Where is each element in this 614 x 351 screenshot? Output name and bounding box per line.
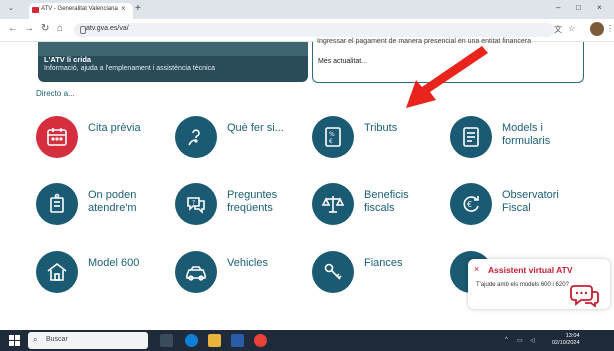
tile-label-model-600[interactable]: Model 600: [88, 257, 139, 270]
task-view-icon[interactable]: [160, 334, 173, 347]
word-icon[interactable]: [231, 334, 244, 347]
svg-text:€: €: [467, 200, 472, 209]
url-text[interactable]: atv.gva.es/va/: [86, 25, 129, 32]
office-icon: [36, 183, 78, 225]
browser-tab-strip: ⌄ ATV - Generalitat Valenciana × + – □ ×: [0, 0, 614, 19]
tile-label-preguntes-frequents[interactable]: Preguntes freqüents: [227, 189, 299, 215]
new-tab-button[interactable]: +: [135, 3, 141, 14]
car-icon: [175, 251, 217, 293]
address-bar[interactable]: atv.gva.es/va/: [74, 23, 554, 37]
clock-date: 02/10/2024: [552, 340, 580, 346]
search-icon: ⌕: [33, 335, 38, 344]
tile-model-600[interactable]: [36, 251, 78, 293]
tile-cita-previa[interactable]: [36, 116, 78, 158]
tile-que-fer-si[interactable]: [175, 116, 217, 158]
back-arrow-icon[interactable]: ←: [8, 23, 18, 34]
edge-icon[interactable]: [185, 334, 198, 347]
browser-tab[interactable]: ATV - Generalitat Valenciana ×: [29, 3, 133, 19]
taskbar-search-box[interactable]: ⌕ Buscar: [28, 332, 148, 349]
bookmark-star-icon[interactable]: ☆: [568, 24, 575, 33]
svg-text:€: €: [329, 138, 333, 145]
site-favicon-icon: [32, 7, 39, 13]
red-arrow-annotation: [406, 46, 488, 108]
close-assistant-icon[interactable]: ×: [474, 264, 479, 274]
maximize-button[interactable]: □: [576, 3, 581, 12]
forms-icon: [450, 116, 492, 158]
tile-on-poden-atendre[interactable]: [36, 183, 78, 225]
tile-models-formularis[interactable]: [450, 116, 492, 158]
tray-chevron-icon[interactable]: ^: [505, 337, 508, 343]
section-title: Directo a...: [36, 89, 75, 98]
calendar-icon: [36, 116, 78, 158]
atv-calls-banner[interactable]: L'ATV li crida Informació, ajuda a l'emp…: [38, 42, 308, 82]
tile-label-models-formularis[interactable]: Models i formularis: [502, 122, 562, 148]
chrome-icon[interactable]: [254, 334, 267, 347]
profile-avatar[interactable]: [590, 22, 604, 36]
euro-refresh-icon: €: [450, 183, 492, 225]
tile-tributs[interactable]: % €: [312, 116, 354, 158]
assistant-title: Assistent virtual ATV: [488, 265, 573, 275]
forward-arrow-icon[interactable]: →: [24, 23, 34, 34]
network-icon[interactable]: ▭: [517, 337, 523, 344]
assistant-message: T'ajude amb els models 600 i 620?: [476, 282, 569, 288]
tile-label-observatori-fiscal[interactable]: Observatori Fiscal: [502, 189, 572, 215]
house-icon: [36, 251, 78, 293]
banner-subtitle: Informació, ajuda a l'emplenament i assi…: [44, 65, 215, 72]
tile-label-on-poden-atendre[interactable]: On poden atendre'm: [88, 189, 158, 215]
tile-label-fiances[interactable]: Fiances: [364, 257, 403, 270]
file-explorer-icon[interactable]: [208, 334, 221, 347]
tile-vehicles[interactable]: [175, 251, 217, 293]
clock-time: 13:04: [565, 333, 580, 339]
tab-close-icon[interactable]: ×: [121, 4, 126, 13]
tile-preguntes-frequents[interactable]: ?: [175, 183, 217, 225]
tile-beneficis-fiscals[interactable]: [312, 183, 354, 225]
tab-search-icon[interactable]: ⌄: [8, 4, 14, 12]
tile-observatori-fiscal[interactable]: €: [450, 183, 492, 225]
translate-icon[interactable]: 文: [554, 24, 562, 35]
tax-document-icon: % €: [312, 116, 354, 158]
svg-text:%: %: [329, 131, 335, 138]
tile-label-beneficis-fiscals[interactable]: Beneficis fiscals: [364, 189, 424, 215]
tile-label-cita-previa[interactable]: Cita prèvia: [88, 122, 141, 135]
windows-start-icon[interactable]: [9, 335, 20, 346]
search-placeholder: Buscar: [46, 336, 68, 343]
tile-label-vehicles[interactable]: Vehicles: [227, 257, 268, 270]
question-hand-icon: [175, 116, 217, 158]
svg-text:?: ?: [192, 200, 195, 207]
banner-title: L'ATV li crida: [44, 55, 92, 64]
home-icon[interactable]: ⌂: [57, 23, 63, 34]
menu-dots-icon[interactable]: ⋮: [606, 24, 614, 33]
faq-chat-icon: ?: [175, 183, 217, 225]
more-news-link[interactable]: Més actualitat...: [318, 58, 367, 65]
tile-label-tributs[interactable]: Tributs: [364, 122, 397, 135]
chat-bubble-icon[interactable]: [570, 283, 600, 309]
reload-icon[interactable]: ↻: [41, 23, 49, 34]
windows-taskbar: ⌕ Buscar ^ ▭ ◁ 13:04 02/10/2024: [0, 330, 614, 351]
taskbar-clock[interactable]: 13:04 02/10/2024: [552, 333, 580, 347]
banner-image: [38, 42, 308, 56]
close-window-button[interactable]: ×: [597, 3, 602, 12]
keys-icon: [312, 251, 354, 293]
tab-title: ATV - Generalitat Valenciana: [41, 6, 118, 12]
scales-icon: [312, 183, 354, 225]
tile-label-que-fer-si[interactable]: Què fer si...: [227, 122, 284, 135]
tile-fiances[interactable]: [312, 251, 354, 293]
minimize-button[interactable]: –: [556, 3, 560, 12]
volume-icon[interactable]: ◁: [530, 337, 535, 344]
